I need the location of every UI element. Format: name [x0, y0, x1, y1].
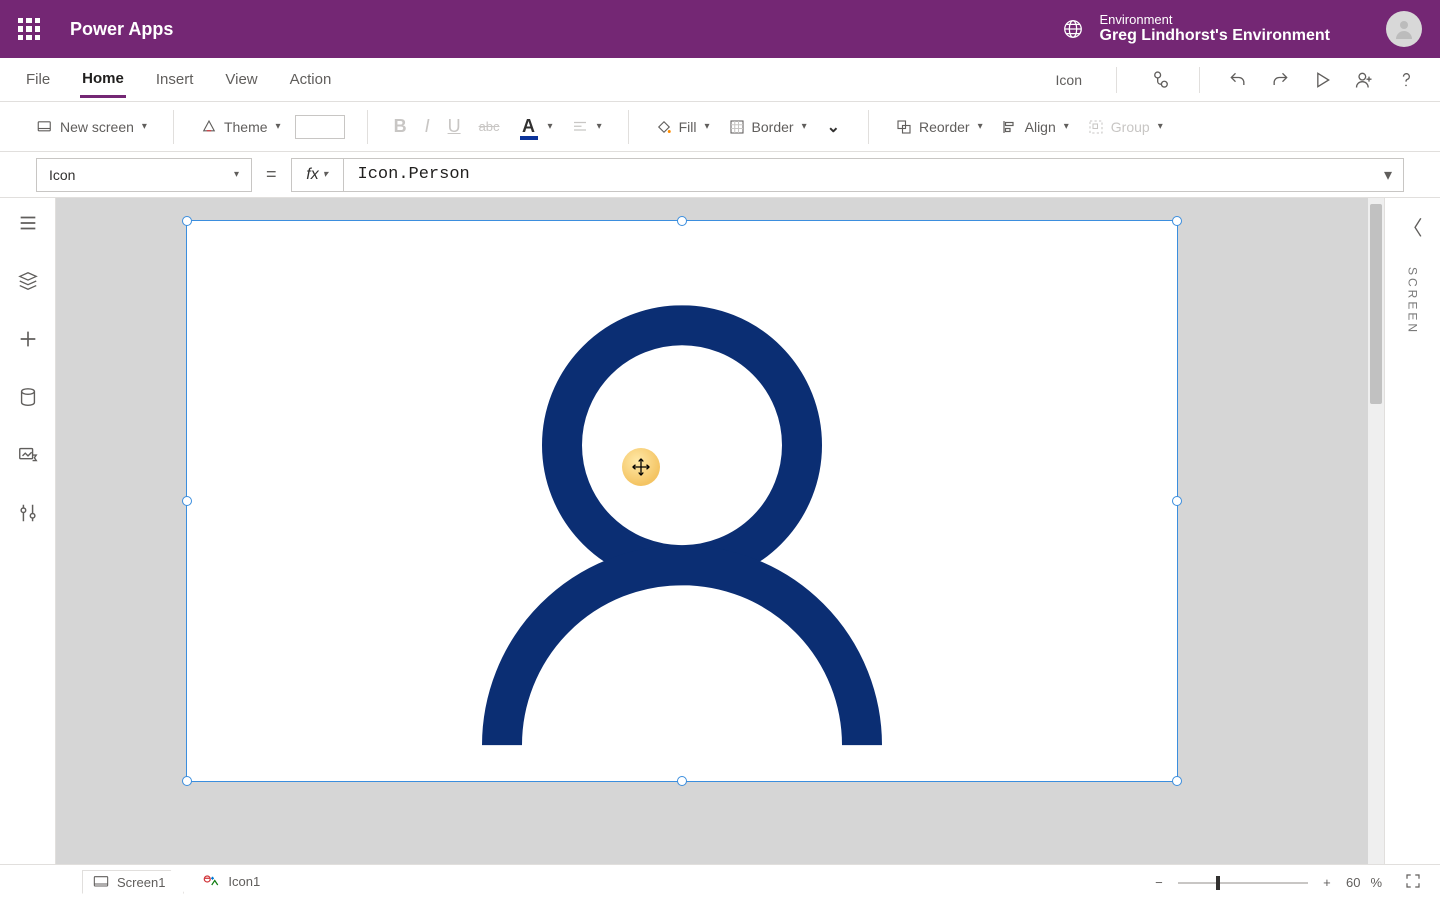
fill-label: Fill: [679, 119, 697, 135]
environment-selector[interactable]: Environment Greg Lindhorst's Environment: [1100, 13, 1331, 45]
chevron-down-icon: ▾: [234, 169, 239, 180]
bold-button: B: [390, 112, 411, 141]
group-label: Group: [1111, 119, 1150, 135]
screen-canvas[interactable]: [186, 220, 1178, 782]
formula-input[interactable]: [344, 159, 1373, 191]
zoom-slider[interactable]: [1178, 882, 1308, 884]
text-align-button: ▾: [567, 114, 606, 140]
insert-icon[interactable]: [17, 328, 39, 350]
move-cursor-icon: [622, 448, 660, 486]
new-screen-label: New screen: [60, 119, 134, 135]
theme-label: Theme: [224, 119, 268, 135]
screen-tab[interactable]: Screen1: [82, 870, 184, 894]
menu-home[interactable]: Home: [80, 62, 126, 98]
design-canvas[interactable]: [56, 198, 1384, 864]
collapse-properties-icon[interactable]: 〈: [1403, 212, 1423, 241]
media-icon[interactable]: [17, 444, 39, 466]
share-icon[interactable]: [1354, 70, 1374, 90]
screen-tab-label: Screen1: [117, 875, 165, 890]
fit-to-window-icon[interactable]: [1404, 872, 1422, 893]
italic-button: I: [421, 112, 434, 141]
zoom-in-button[interactable]: +: [1318, 874, 1336, 892]
reorder-button[interactable]: Reorder ▾: [891, 114, 987, 140]
expand-format-icon[interactable]: ⌄: [827, 117, 840, 137]
background-swatch[interactable]: [295, 115, 345, 139]
app-checker-icon[interactable]: [1151, 70, 1171, 90]
scrollbar-thumb[interactable]: [1370, 204, 1382, 404]
menu-insert[interactable]: Insert: [154, 63, 196, 96]
chevron-down-icon: ▾: [1158, 121, 1163, 132]
group-button: Group ▾: [1083, 114, 1167, 140]
zoom-value: 60: [1346, 875, 1360, 890]
properties-panel-tab[interactable]: SCREEN: [1406, 267, 1420, 335]
data-icon[interactable]: [17, 386, 39, 408]
chevron-down-icon: ▾: [323, 169, 328, 180]
border-label: Border: [752, 119, 794, 135]
font-color-button[interactable]: A ▾: [514, 112, 557, 141]
icon-control-icon: [202, 874, 220, 890]
formula-expand-icon[interactable]: ▾: [1373, 165, 1403, 185]
fill-button[interactable]: Fill ▾: [651, 114, 714, 140]
border-button[interactable]: Border ▾: [724, 114, 811, 140]
align-button[interactable]: Align ▾: [997, 114, 1073, 140]
chevron-down-icon: ▾: [705, 121, 710, 132]
redo-icon[interactable]: [1270, 70, 1290, 90]
environment-name: Greg Lindhorst's Environment: [1100, 27, 1331, 45]
zoom-slider-thumb[interactable]: [1216, 876, 1220, 890]
new-screen-button[interactable]: New screen ▾: [32, 114, 151, 140]
fx-button[interactable]: fx ▾: [292, 159, 344, 191]
advanced-tools-icon[interactable]: [17, 502, 39, 524]
align-label: Align: [1025, 119, 1056, 135]
screen-icon: [93, 875, 109, 889]
vertical-scrollbar[interactable]: [1368, 198, 1384, 864]
chevron-down-icon: ▾: [1064, 121, 1069, 132]
equals-sign: =: [266, 164, 277, 185]
property-name: Icon: [49, 167, 75, 183]
reorder-label: Reorder: [919, 119, 970, 135]
person-icon[interactable]: [482, 305, 882, 745]
help-icon[interactable]: [1396, 70, 1416, 90]
chevron-down-icon: ▾: [548, 121, 553, 132]
chevron-down-icon: ▾: [978, 121, 983, 132]
property-selector[interactable]: Icon ▾: [36, 158, 252, 192]
context-control-type: Icon: [1056, 72, 1082, 88]
app-launcher-icon[interactable]: [18, 18, 40, 40]
zoom-suffix: %: [1370, 875, 1382, 890]
preview-play-icon[interactable]: [1312, 70, 1332, 90]
tree-view-icon[interactable]: [17, 270, 39, 292]
theme-button[interactable]: Theme ▾: [196, 114, 285, 140]
chevron-down-icon: ▾: [142, 121, 147, 132]
chevron-down-icon: ▾: [802, 121, 807, 132]
control-breadcrumb[interactable]: Icon1: [192, 870, 278, 894]
chevron-down-icon: ▾: [276, 121, 281, 132]
strikethrough-button: abc: [475, 115, 504, 138]
menu-view[interactable]: View: [223, 63, 259, 96]
globe-icon: [1062, 18, 1084, 40]
underline-button: U: [444, 112, 465, 141]
product-name: Power Apps: [70, 19, 173, 40]
menu-file[interactable]: File: [24, 63, 52, 96]
undo-icon[interactable]: [1228, 70, 1248, 90]
user-avatar[interactable]: [1386, 11, 1422, 47]
control-breadcrumb-label: Icon1: [228, 874, 260, 889]
hamburger-icon[interactable]: [17, 212, 39, 234]
zoom-out-button[interactable]: −: [1150, 874, 1168, 892]
fx-label: fx: [306, 166, 318, 184]
menu-action[interactable]: Action: [288, 63, 334, 96]
environment-label: Environment: [1100, 13, 1331, 27]
